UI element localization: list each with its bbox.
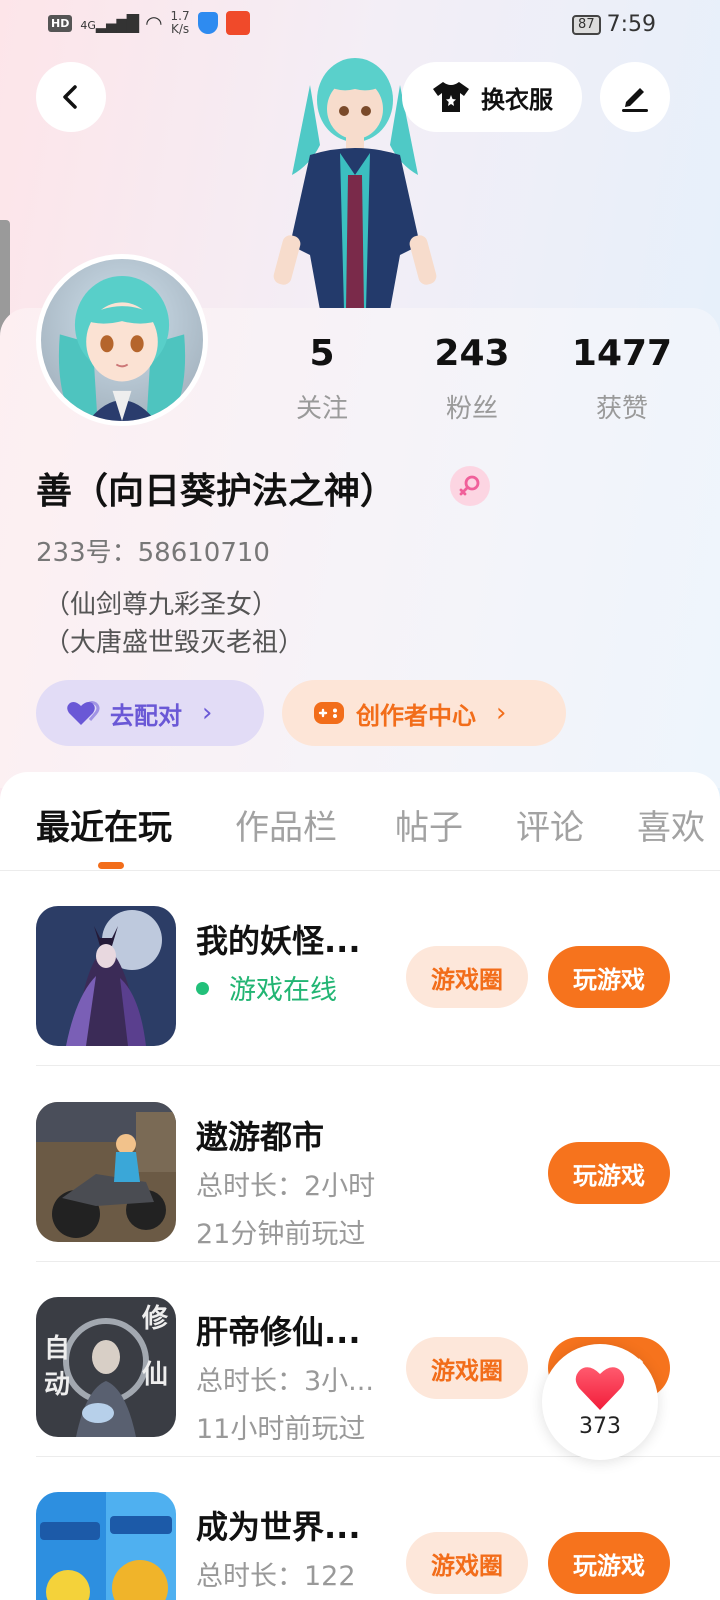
followers-label: 粉丝 — [445, 394, 498, 424]
clock: 7:59 — [606, 12, 656, 37]
tshirt-icon — [433, 82, 469, 112]
tab-indicator — [98, 862, 124, 869]
game-circle-button[interactable]: 游戏圈 — [406, 1532, 528, 1594]
game-duration: 总时长：122 — [196, 1561, 356, 1592]
avatar-image — [58, 275, 186, 421]
game-last-played: 11小时前玩过 — [196, 1414, 366, 1445]
likes-count: 1477 — [571, 333, 673, 374]
likes-label: 获赞 — [595, 394, 648, 424]
app-notification-icon — [225, 11, 250, 35]
following-stat[interactable]: 5 关注 — [252, 332, 392, 425]
hd-indicator: HD — [48, 14, 73, 32]
change-outfit-button[interactable]: 换衣服 — [402, 62, 582, 132]
play-game-button[interactable]: 玩游戏 — [548, 1532, 670, 1594]
tab-works[interactable]: 作品栏 — [235, 800, 337, 849]
play-game-button[interactable]: 玩游戏 — [548, 1142, 670, 1204]
match-button[interactable]: 去配对 › — [36, 680, 264, 746]
network-speed: 1.7 K/s — [170, 9, 190, 36]
game-duration: 总时长：3小... — [196, 1366, 374, 1397]
game-icon-glyph: 修 — [141, 1303, 169, 1334]
user-id: 233号：58610710 — [36, 538, 270, 568]
followers-stat[interactable]: 243 粉丝 — [402, 332, 542, 425]
nickname: 善（向日葵护法之神） — [36, 471, 397, 512]
battery-icon: 87 — [572, 14, 601, 35]
bio: （仙剑尊九彩圣女） （大唐盛世毁灭老祖） — [44, 586, 304, 662]
tab-likes[interactable]: 喜欢 — [637, 800, 705, 849]
list-item[interactable]: 成为世界... 总时长：122 游戏圈 玩游戏 — [0, 1456, 720, 1600]
following-count: 5 — [309, 333, 335, 374]
like-button[interactable]: 373 — [542, 1344, 658, 1460]
change-outfit-label: 换衣服 — [481, 85, 553, 114]
match-label: 去配对 — [110, 701, 182, 730]
likes-stat[interactable]: 1477 获赞 — [552, 332, 692, 425]
edit-pen-icon — [622, 88, 648, 112]
game-icon[interactable] — [36, 1492, 176, 1600]
game-circle-button[interactable]: 游戏圈 — [406, 1337, 528, 1399]
creator-center-button[interactable]: 创作者中心 › — [282, 680, 566, 746]
play-game-button[interactable]: 玩游戏 — [548, 946, 670, 1008]
game-icon[interactable]: 自 动 修 仙 — [36, 1297, 176, 1437]
tab-comments[interactable]: 评论 — [516, 800, 584, 849]
tab-posts[interactable]: 帖子 — [395, 800, 463, 849]
game-circle-button[interactable]: 游戏圈 — [406, 946, 528, 1008]
game-online-status: 游戏在线 — [196, 968, 337, 1007]
game-name: 我的妖怪... — [196, 922, 361, 960]
game-name: 遨游都市 — [196, 1118, 325, 1156]
list-item[interactable]: 遨游都市 总时长：2小时 21分钟前玩过 玩游戏 — [0, 1066, 720, 1262]
edit-profile-button[interactable] — [600, 62, 670, 132]
tab-recently-played[interactable]: 最近在玩 — [36, 800, 172, 849]
chevron-right-icon: › — [202, 698, 213, 728]
back-arrow-icon — [63, 85, 77, 109]
following-label: 关注 — [295, 394, 348, 424]
wifi-icon: ◠ — [145, 11, 163, 35]
bio-line: （大唐盛世毁灭老祖） — [44, 628, 305, 658]
bio-line: （仙剑尊九彩圣女） — [44, 590, 279, 620]
creator-center-label: 创作者中心 — [356, 701, 476, 730]
list-item[interactable]: 我的妖怪... 游戏在线 游戏圈 玩游戏 — [0, 870, 720, 1066]
gamepad-icon — [314, 702, 344, 724]
online-dot-icon — [196, 982, 209, 995]
female-icon — [450, 466, 490, 506]
game-duration: 总时长：2小时 — [196, 1171, 376, 1202]
shield-icon — [197, 12, 218, 34]
signal-icon: 4G▂▄▆█ — [80, 13, 139, 33]
heart-icon — [575, 1367, 625, 1410]
chevron-right-icon: › — [496, 698, 507, 728]
avatar[interactable] — [36, 254, 208, 426]
status-bar: HD 4G▂▄▆█ ◠ 1.7 K/s 87 7:59 — [0, 0, 720, 50]
game-icon-glyph: 自 — [44, 1333, 70, 1364]
game-icon[interactable] — [36, 1102, 176, 1242]
back-button[interactable] — [36, 62, 106, 132]
game-last-played: 21分钟前玩过 — [196, 1219, 366, 1250]
game-icon[interactable] — [36, 906, 176, 1046]
followers-count: 243 — [434, 333, 510, 374]
game-icon-glyph: 仙 — [142, 1360, 168, 1390]
game-name: 肝帝修仙... — [196, 1313, 361, 1351]
like-count: 373 — [579, 1414, 621, 1439]
heart-pair-icon — [67, 701, 100, 725]
profile-tabs: 最近在玩 作品栏 帖子 评论 喜欢 — [0, 800, 720, 870]
game-name: 成为世界... — [196, 1508, 361, 1546]
game-icon-glyph: 动 — [44, 1370, 70, 1400]
